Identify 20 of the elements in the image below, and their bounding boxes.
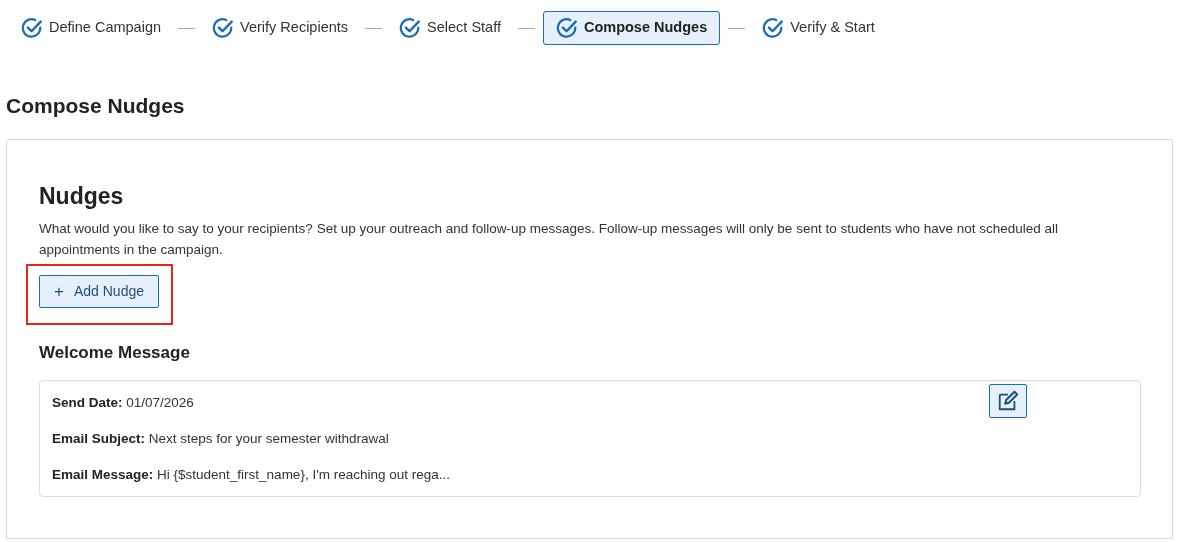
step-tab[interactable]: Define Campaign (12, 11, 171, 45)
page-title: Compose Nudges (6, 93, 185, 119)
message-field: Email Subject: Next steps for your semester withdrawal (52, 429, 451, 448)
message-field: Send Date: 01/07/2026 (52, 393, 451, 412)
add-nudge-button[interactable]: + Add Nudge (39, 275, 159, 308)
message-title: Welcome Message (39, 342, 190, 364)
step-tab[interactable]: Select Staff (390, 11, 510, 45)
edit-button[interactable] (989, 384, 1027, 418)
step-tab[interactable]: Compose Nudges (542, 11, 721, 45)
step-tab[interactable]: Verify Recipients (203, 11, 358, 45)
message-field: Email Message: Hi {$student_first_name}, I'm reaching out rega... (52, 465, 451, 484)
check-circle-icon (212, 17, 235, 39)
check-circle-icon (399, 17, 422, 39)
step-tab[interactable]: Verify & Start (753, 11, 884, 45)
check-circle-icon (762, 17, 785, 39)
section-heading: Nudges (39, 182, 124, 210)
check-circle-icon (555, 17, 578, 39)
edit-icon (997, 390, 1019, 412)
description: What would you like to say to your recipients? Set up your outreach and follow-up messages. Follow-up messages will only be sent to students who have not scheduled all appointments in the campaign. (39, 220, 1060, 259)
check-circle-icon (21, 17, 43, 39)
